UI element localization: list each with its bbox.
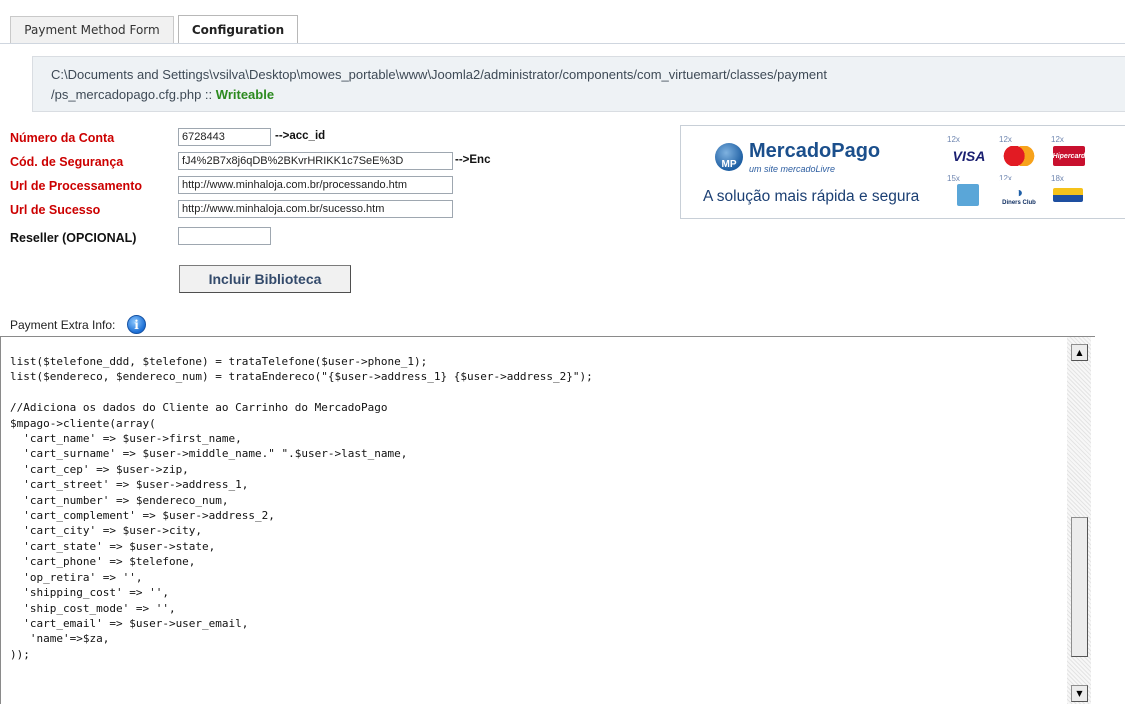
card-installments: 18x [1051, 174, 1064, 183]
mercadopago-logo-icon: MP [715, 143, 743, 171]
success-url-label: Url de Sucesso [10, 203, 101, 217]
payment-extra-info-code[interactable]: list($telefone_ddd, $telefone) = trataTe… [10, 354, 593, 662]
aura-card-icon [1053, 188, 1083, 202]
visa-card-icon: VISA [952, 148, 986, 164]
reseller-label: Reseller (OPCIONAL) [10, 231, 137, 245]
include-library-button[interactable]: Incluir Biblioteca [179, 265, 351, 293]
tab-payment-method-form[interactable]: Payment Method Form [10, 16, 174, 43]
reseller-input[interactable] [178, 227, 271, 245]
config-path-line2-wrap: /ps_mercadopago.cfg.php :: Writeable [51, 85, 1125, 105]
success-url-input[interactable]: http://www.minhaloja.com.br/sucesso.htm [178, 200, 453, 218]
card-installments: 12x [999, 135, 1012, 144]
scroll-up-arrow-icon[interactable]: ▲ [1071, 344, 1088, 361]
mercadopago-brand: MercadoPago [749, 140, 881, 162]
card-installments: 15x [947, 174, 960, 183]
scroll-down-arrow-icon[interactable]: ▼ [1071, 685, 1088, 702]
config-path-line2: /ps_mercadopago.cfg.php :: [51, 87, 216, 102]
writeable-status: Writeable [215, 87, 275, 102]
tab-label: Configuration [191, 23, 285, 37]
config-file-path: C:\Documents and Settings\vsilva\Desktop… [32, 56, 1125, 112]
security-code-input[interactable]: fJ4%2B7x8j6qDB%2BKvrHRIKK1c7SeE%3D [178, 152, 453, 170]
card-installments: 12x [947, 135, 960, 144]
mercadopago-tagline: A solução mais rápida e segura [703, 188, 920, 205]
hipercard-icon: Hipercard [1053, 146, 1085, 166]
processing-url-label: Url de Processamento [10, 179, 142, 193]
card-installments: 12x [1051, 135, 1064, 144]
account-number-suffix: -->acc_id [275, 130, 326, 142]
mercadopago-banner[interactable]: MP MercadoPago um site mercadoLivre A so… [680, 125, 1125, 219]
amex-card-icon [957, 184, 979, 206]
processing-url-input[interactable]: http://www.minhaloja.com.br/processando.… [178, 176, 453, 194]
config-path-line1: C:\Documents and Settings\vsilva\Desktop… [51, 67, 827, 82]
mercadopago-subtitle: um site mercadoLivre [749, 164, 836, 174]
diners-club-card-icon: ◑ Diners Club [999, 180, 1039, 210]
mastercard-icon [1003, 146, 1035, 166]
info-icon[interactable]: i [127, 315, 146, 334]
security-code-suffix: -->Enc [455, 154, 491, 166]
account-number-input[interactable]: 6728443 [178, 128, 271, 146]
tab-configuration[interactable]: Configuration [178, 15, 298, 44]
tab-label: Payment Method Form [24, 23, 160, 37]
scrollbar-thumb[interactable] [1071, 517, 1088, 657]
tab-divider [0, 43, 1125, 44]
security-code-label: Cód. de Segurança [10, 155, 124, 169]
payment-extra-info-label: Payment Extra Info: [10, 318, 116, 332]
account-number-label: Número da Conta [10, 131, 115, 145]
tab-bar: Payment Method Form Configuration [0, 0, 1125, 45]
textarea-scrollbar[interactable]: ▲ ▼ [1067, 337, 1091, 704]
